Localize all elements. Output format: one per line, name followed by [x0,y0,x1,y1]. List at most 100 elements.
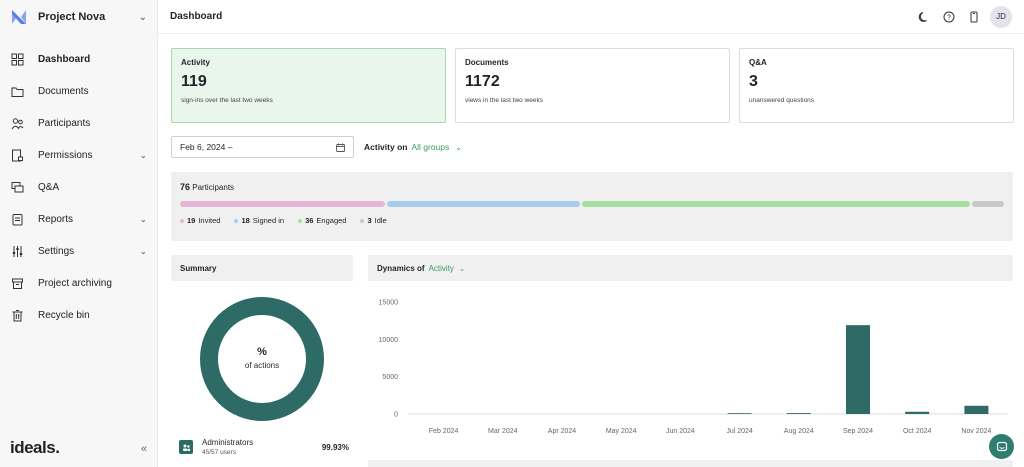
y-tick-label: 5000 [382,374,398,381]
chat-icon [996,441,1007,451]
bar-aug-2024[interactable] [786,413,811,414]
sidebar-item-label: Permissions [38,149,93,161]
stat-value: 1172 [465,73,500,90]
participants-icon [10,116,24,130]
date-range-value: Feb 6, 2024 – [180,142,233,152]
project-logo-icon [12,10,26,24]
legend-count: 18 [241,216,250,225]
activity-group-filter[interactable]: Activity on All groups ⌄ [364,142,462,152]
x-tick-label: Oct 2024 [903,428,932,435]
dynamics-bar-chart: 0 5000 10000 15000 Feb 2024 Mar 2024 Apr 2024 M… [368,292,1013,442]
legend-count: 19 [187,216,196,225]
sidebar-item-label: Documents [38,85,89,97]
participants-panel: 76 Participants 19 Invited 18 Signed in 36 En… [171,172,1013,241]
legend-label: Idle [374,216,387,225]
bar-oct-2024[interactable] [905,411,930,414]
stats-cards: Activity 119 sign-ins over the last two we… [171,48,1014,123]
sidebar-item-documents[interactable]: Documents [0,75,157,107]
legend-label: Signed in [252,216,285,225]
sidebar-item-reports[interactable]: Reports ⌄ [0,203,157,235]
activity-group-value: All groups [411,142,450,152]
bar-jul-2024[interactable] [727,413,752,414]
sidebar-item-label: Participants [38,117,91,129]
activity-on-label: Activity on [364,142,408,152]
dynamics-label: Dynamics of [377,263,425,273]
stat-title: Activity [181,58,210,67]
sidebar-item-settings[interactable]: Settings ⌄ [0,235,157,267]
sidebar-item-label: Reports [38,213,74,225]
mobile-icon[interactable] [962,5,986,29]
participants-count: 76 [180,182,191,192]
legend-label: Engaged [316,216,347,225]
x-tick-label: Apr 2024 [548,428,577,435]
stat-card-activity[interactable]: Activity 119 sign-ins over the last two we… [171,48,446,123]
legend-item-idle: 3 Idle [360,216,387,225]
stat-card-q-a[interactable]: Q&A 3 unanswered questions [739,48,1014,123]
stat-card-documents[interactable]: Documents 1172 views in the last two weeks [455,48,730,123]
summary-title: Summary [180,263,217,273]
x-tick-label: Jul 2024 [726,428,753,435]
chevron-down-icon: ⌄ [139,245,147,256]
user-avatar[interactable]: JD [990,5,1012,28]
sidebar-item-participants[interactable]: Participants [0,107,157,139]
legend-item-invited: 19 Invited [180,216,220,225]
stat-subtitle: unanswered questions [749,97,815,104]
permissions-icon [10,148,24,162]
sidebar-item-project-archiving[interactable]: Project archiving [0,267,157,299]
trash-icon [10,308,24,322]
calendar-icon [336,143,345,152]
donut-ring [200,297,324,421]
project-selector[interactable]: Project Nova ⌄ [0,0,157,34]
stat-value: 119 [181,73,207,90]
sidebar-item-dashboard[interactable]: Dashboard [0,43,157,75]
y-tick-label: 10000 [379,337,399,344]
bar-sep-2024[interactable] [846,325,870,414]
y-tick-label: 15000 [379,300,399,307]
sidebar-item-q-a[interactable]: Q&A [0,171,157,203]
stat-subtitle: sign-ins over the last two weeks [181,97,273,104]
stat-value: 3 [749,73,758,90]
sidebar-item-permissions[interactable]: Permissions ⌄ [0,139,157,171]
dynamics-header[interactable]: Dynamics of Activity ⌄ [368,255,1013,281]
sidebar-item-label: Settings [38,245,75,257]
legend-count: 36 [305,216,314,225]
settings-icon [10,244,24,258]
bar-nov-2024[interactable] [964,405,989,414]
legend-dot [298,218,303,223]
dark-mode-icon[interactable] [912,5,936,29]
group-icon [179,440,193,454]
donut-percent: % [257,346,267,358]
summary-row-users: 45/57 users [202,449,236,456]
dashboard-icon [10,52,24,66]
participants-legend: 19 Invited 18 Signed in 36 Engaged 3 Idle [180,216,1004,225]
chevron-down-icon: ⌄ [455,142,462,152]
sidebar-item-recycle-bin[interactable]: Recycle bin [0,299,157,331]
svg-text:?: ? [947,14,951,21]
x-tick-label: Nov 2024 [961,428,991,435]
stat-title: Q&A [749,58,767,67]
x-tick-label: Feb 2024 [429,428,459,435]
sidebar: Project Nova ⌄ Dashboard Documents Partici… [0,0,158,467]
chevron-down-icon: ⌄ [139,149,147,160]
collapse-sidebar-icon[interactable]: « [141,443,147,455]
archive-icon [10,276,24,290]
legend-dot [360,218,365,223]
stat-title: Documents [465,58,509,67]
top-header: Dashboard ? JD [158,0,1024,34]
documents-icon [10,84,24,98]
legend-label: Invited [198,216,221,225]
sidebar-item-label: Project archiving [38,277,112,289]
x-tick-label: May 2024 [606,428,637,435]
filters-bar: Feb 6, 2024 – Activity on All groups ⌄ [171,136,462,158]
bottom-panel-edge [368,460,1013,467]
help-icon[interactable]: ? [937,5,961,29]
chevron-down-icon: ⌄ [138,11,147,23]
chat-button[interactable] [989,434,1014,459]
stat-subtitle: views in the last two weeks [465,97,544,104]
date-range-picker[interactable]: Feb 6, 2024 – [171,136,354,158]
sidebar-item-label: Q&A [38,181,60,193]
status-segment-invited [180,201,385,207]
summary-row-percent: 99.93% [321,442,349,452]
summary-row[interactable]: Administrators 45/57 users 99.93% [179,438,349,456]
x-tick-label: Aug 2024 [784,428,814,435]
